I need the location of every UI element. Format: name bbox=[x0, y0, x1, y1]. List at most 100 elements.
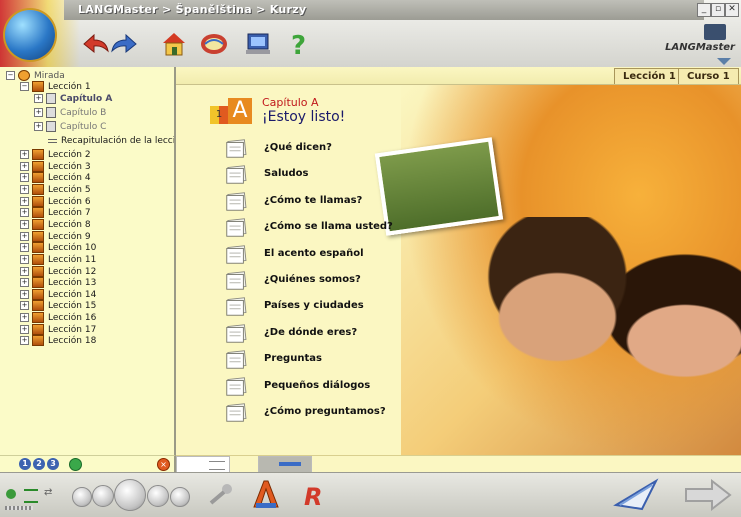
tab-curso[interactable]: Curso 1 bbox=[678, 68, 739, 84]
restore-button[interactable]: ▫ bbox=[711, 3, 725, 17]
settings-gear-icon[interactable] bbox=[6, 489, 16, 499]
expand-icon[interactable]: + bbox=[20, 243, 29, 253]
lesson-book-icon bbox=[32, 230, 44, 242]
record-button[interactable] bbox=[170, 487, 190, 507]
expand-icon[interactable]: + bbox=[20, 184, 29, 194]
tree-lesson-1[interactable]: − Lección 1 bbox=[20, 81, 91, 93]
recap-icon bbox=[48, 138, 57, 143]
expand-icon[interactable]: + bbox=[20, 301, 29, 311]
dictionary-icon[interactable] bbox=[198, 28, 230, 60]
expand-icon[interactable]: + bbox=[20, 208, 29, 218]
tree-lesson-18[interactable]: + Lección 18 bbox=[20, 335, 96, 347]
minimize-button[interactable]: _ bbox=[697, 3, 711, 17]
pencil-icon bbox=[279, 462, 301, 466]
expand-icon[interactable]: + bbox=[20, 173, 29, 183]
tree-lesson-16[interactable]: + Lección 16 bbox=[20, 312, 96, 324]
expand-icon[interactable]: + bbox=[20, 266, 29, 276]
level-2-button[interactable]: 2 bbox=[33, 458, 45, 470]
tree-lesson-label: Lección 16 bbox=[48, 313, 97, 324]
expand-icon[interactable]: + bbox=[20, 219, 29, 229]
group-photo bbox=[374, 137, 504, 236]
lesson-book-icon bbox=[32, 183, 44, 195]
tree-lesson-label: Lección 18 bbox=[48, 336, 97, 347]
close-tree-icon[interactable]: × bbox=[157, 458, 170, 471]
exercise-item-label: Saludos bbox=[264, 168, 309, 180]
notes-list-icon[interactable] bbox=[24, 489, 38, 503]
tree-lesson-label: Lección 8 bbox=[48, 219, 91, 230]
expand-icon[interactable]: + bbox=[20, 289, 29, 299]
tree-lesson-12[interactable]: + Lección 12 bbox=[20, 265, 96, 278]
tree-chapter-a[interactable]: + Capítulo A bbox=[34, 93, 112, 105]
expand-icon[interactable]: + bbox=[20, 254, 29, 264]
tree-lesson-17[interactable]: + Lección 17 bbox=[20, 323, 96, 336]
expand-icon[interactable]: + bbox=[34, 108, 43, 117]
notebook-icon bbox=[226, 218, 247, 237]
expand-icon[interactable]: + bbox=[20, 313, 29, 323]
tree-lesson-9[interactable]: + Lección 9 bbox=[20, 230, 91, 243]
write-r-icon[interactable]: R bbox=[300, 481, 330, 511]
computer-icon[interactable] bbox=[242, 28, 274, 60]
collapse-icon[interactable]: − bbox=[6, 71, 15, 80]
play-button[interactable] bbox=[114, 479, 146, 511]
next-button[interactable] bbox=[147, 485, 169, 507]
gear-icon[interactable] bbox=[69, 458, 82, 471]
tree-lesson-8[interactable]: + Lección 8 bbox=[20, 218, 91, 231]
tree-lesson-5[interactable]: + Lección 5 bbox=[20, 183, 91, 196]
chapter-badge-number: 1 bbox=[210, 106, 228, 124]
exercise-item-label: ¿Quiénes somos? bbox=[264, 274, 361, 285]
write-a-icon[interactable] bbox=[250, 477, 280, 511]
expand-icon[interactable]: + bbox=[34, 122, 43, 131]
tree-lesson-13[interactable]: + Lección 13 bbox=[20, 277, 96, 289]
lesson-book-icon bbox=[32, 253, 44, 265]
expand-icon[interactable]: + bbox=[20, 150, 29, 159]
exercise-item-label: ¿Cómo se llama usted? bbox=[264, 221, 393, 233]
tree-chapter-b[interactable]: + Capítulo B bbox=[34, 107, 106, 119]
expand-icon[interactable]: + bbox=[20, 324, 29, 334]
tree-lesson-10[interactable]: + Lección 10 bbox=[20, 242, 96, 254]
tree-lesson-label: Lección 11 bbox=[48, 254, 97, 265]
expand-icon[interactable]: + bbox=[20, 161, 29, 171]
expand-icon[interactable]: + bbox=[20, 336, 29, 346]
next-page-arrow-icon[interactable] bbox=[684, 478, 732, 512]
pencil-tab[interactable] bbox=[258, 456, 312, 473]
tree-chapter-c[interactable]: + Capítulo C bbox=[34, 121, 106, 133]
tree-chapter-label: Capítulo C bbox=[60, 122, 107, 132]
tree-lesson-2[interactable]: + Lección 2 bbox=[20, 149, 91, 161]
forward-arrow-icon[interactable] bbox=[108, 28, 140, 60]
notebook-icon bbox=[226, 165, 247, 185]
tree-lesson-14[interactable]: + Lección 14 bbox=[20, 288, 96, 301]
exercise-item-label: Pequeños diálogos bbox=[264, 379, 371, 391]
level-3-button[interactable]: 3 bbox=[47, 458, 59, 470]
expand-icon[interactable]: + bbox=[20, 196, 29, 206]
expand-icon[interactable]: + bbox=[20, 231, 29, 241]
collapse-icon[interactable]: − bbox=[20, 82, 29, 91]
tree-lesson-11[interactable]: + Lección 11 bbox=[20, 253, 97, 266]
lesson-book-icon bbox=[32, 218, 44, 230]
level-1-button[interactable]: 1 bbox=[19, 458, 31, 470]
home-icon[interactable] bbox=[158, 28, 190, 60]
rewind-button[interactable] bbox=[72, 487, 92, 507]
dropdown-arrow-icon[interactable] bbox=[717, 58, 731, 65]
notes-tab[interactable] bbox=[176, 456, 230, 473]
send-icon[interactable] bbox=[612, 477, 660, 513]
course-icon bbox=[18, 70, 30, 81]
tree-lesson-7[interactable]: + Lección 7 bbox=[20, 207, 91, 219]
tree-recap[interactable]: Recapitulación de la lección bbox=[48, 135, 174, 147]
tree-lesson-4[interactable]: + Lección 4 bbox=[20, 172, 91, 184]
tab-leccion[interactable]: Lección 1 bbox=[614, 68, 685, 84]
help-icon[interactable]: ? bbox=[283, 28, 315, 60]
translate-icon[interactable]: ⇄ bbox=[44, 487, 58, 501]
exercise-item-label: Países y ciudades bbox=[264, 300, 364, 312]
expand-icon[interactable]: + bbox=[34, 94, 43, 103]
previous-button[interactable] bbox=[92, 485, 114, 507]
notebook-icon bbox=[226, 244, 247, 264]
tree-lesson-label: Lección 13 bbox=[48, 278, 97, 289]
tree-lesson-3[interactable]: + Lección 3 bbox=[20, 160, 91, 173]
close-button[interactable]: ✕ bbox=[725, 3, 739, 17]
tree-lesson-15[interactable]: + Lección 15 bbox=[20, 300, 96, 312]
expand-icon[interactable]: + bbox=[20, 278, 29, 288]
tree-lesson-6[interactable]: + Lección 6 bbox=[20, 195, 91, 208]
microphone-icon[interactable] bbox=[207, 483, 233, 505]
lesson-book-icon bbox=[32, 195, 44, 207]
lesson-book-icon bbox=[32, 81, 44, 92]
